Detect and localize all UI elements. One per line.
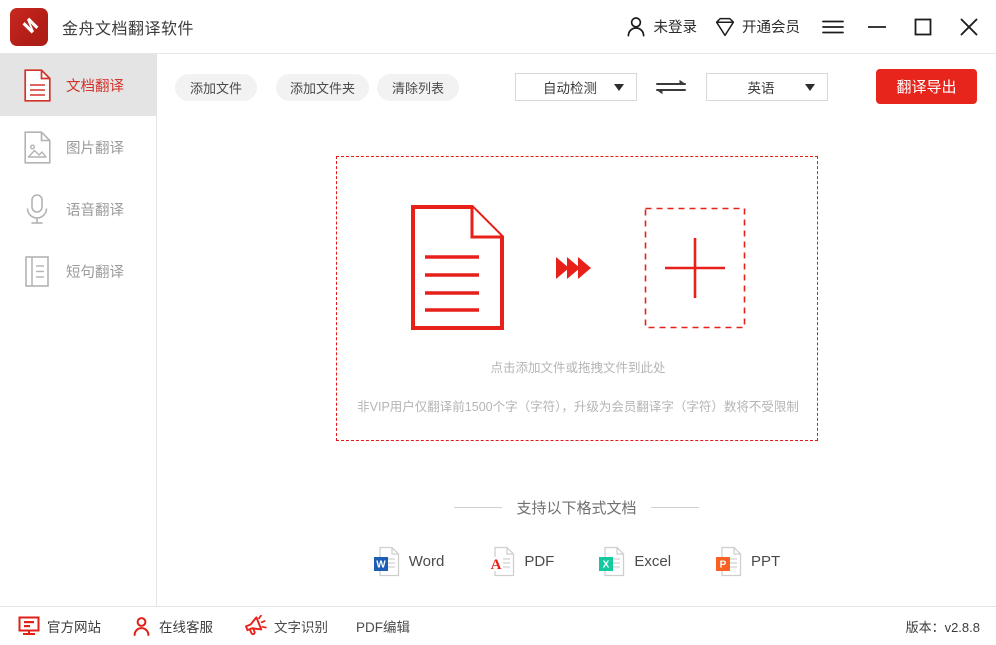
official-website-label: 官方网站 [47, 620, 101, 635]
add-folder-button[interactable]: 添加文件夹 [276, 74, 369, 101]
sidebar-item-document-translate[interactable]: 文档翻译 [0, 54, 156, 116]
text-recognition-label: 文字识别 [274, 620, 328, 635]
svg-text:X: X [603, 560, 610, 571]
pdf-edit-link[interactable]: PDF编辑 [356, 616, 410, 636]
monitor-icon [18, 616, 40, 636]
formats-heading-label: 支持以下格式文档 [516, 500, 637, 517]
formats-heading: 支持以下格式文档 [157, 497, 996, 518]
target-language-value: 英语 [747, 81, 775, 96]
add-file-placeholder-box[interactable] [644, 207, 746, 329]
source-language-value: 自动检测 [543, 81, 597, 96]
chevron-down-icon [805, 83, 815, 91]
status-bar: 官方网站 在线客服 文字识别 PDF编辑 版本：v2.8.8 [0, 606, 996, 645]
format-label: PDF [524, 553, 555, 570]
main-content: 添加文件 添加文件夹 清除列表 自动检测 英语 翻译导出 点击添加文件或拖拽文件… [157, 53, 996, 606]
pdf-file-icon: A [488, 546, 515, 577]
minimize-icon[interactable] [854, 0, 900, 53]
source-language-select[interactable]: 自动检测 [515, 73, 637, 101]
format-item-ppt: P PPT [715, 546, 780, 577]
account-label: 未登录 [653, 20, 698, 36]
online-service-link[interactable]: 在线客服 [131, 616, 213, 637]
swap-arrows-icon [654, 76, 688, 98]
dropzone-hint-sub: 非VIP用户仅翻译前1500个字（字符），升级为会员翻译字（字符）数将不受限制 [357, 400, 799, 414]
dropzone-texts: 点击添加文件或拖拽文件到此处 非VIP用户仅翻译前1500个字（字符），升级为会… [337, 357, 819, 415]
toolbar: 添加文件 添加文件夹 清除列表 自动检测 英语 翻译导出 [157, 54, 996, 122]
target-language-select[interactable]: 英语 [706, 73, 828, 101]
sidebar-item-label: 图片翻译 [66, 140, 124, 157]
sidebar-item-voice-translate[interactable]: 语音翻译 [0, 178, 156, 240]
svg-text:A: A [491, 557, 502, 573]
microphone-icon [22, 192, 52, 226]
person-icon [623, 14, 649, 40]
format-label: Word [408, 553, 445, 570]
word-file-icon: W [373, 546, 400, 577]
swap-languages-button[interactable] [650, 73, 692, 101]
close-icon[interactable] [946, 0, 992, 53]
vip-label: 开通会员 [742, 20, 800, 36]
svg-text:P: P [720, 560, 727, 571]
official-website-link[interactable]: 官方网站 [18, 616, 101, 636]
sidebar-item-image-translate[interactable]: 图片翻译 [0, 116, 156, 178]
maximize-icon[interactable] [900, 0, 946, 53]
pdf-edit-label: PDF编辑 [356, 620, 410, 635]
headset-person-icon [131, 616, 152, 637]
account-button[interactable]: 未登录 [623, 0, 698, 53]
format-item-pdf: A PDF [488, 546, 554, 577]
dropzone-visual [337, 205, 819, 330]
add-file-button[interactable]: 添加文件 [175, 74, 257, 101]
image-icon [22, 130, 52, 164]
app-title: 金舟文档翻译软件 [62, 20, 195, 38]
chevron-down-icon [614, 83, 624, 91]
hamburger-icon[interactable] [812, 0, 854, 53]
clear-list-button[interactable]: 清除列表 [377, 74, 459, 101]
online-service-label: 在线客服 [159, 620, 213, 635]
excel-file-icon: X [598, 546, 625, 577]
version-label: 版本：v2.8.8 [905, 619, 980, 635]
format-label: Excel [634, 553, 672, 570]
app-logo-wrap: 金舟文档翻译软件 [10, 7, 195, 46]
file-document-icon [410, 205, 504, 330]
title-bar: 金舟文档翻译软件 未登录 开通会员 [0, 0, 996, 53]
sidebar-item-label: 短句翻译 [66, 264, 124, 281]
diamond-icon [713, 15, 737, 39]
sidebar-item-label: 文档翻译 [66, 78, 124, 95]
divider-right [650, 507, 699, 508]
jinzhou-logo-icon [10, 7, 48, 46]
divider-left [454, 507, 503, 508]
ppt-file-icon: P [715, 546, 742, 577]
double-chevron-right-icon [552, 253, 596, 283]
translate-export-button[interactable]: 翻译导出 [876, 69, 977, 104]
megaphone-icon [243, 615, 267, 637]
open-vip-button[interactable]: 开通会员 [697, 0, 800, 53]
text-recognition-link[interactable]: 文字识别 [243, 615, 328, 637]
sidebar-item-phrase-translate[interactable]: 短句翻译 [0, 240, 156, 302]
phrase-icon [22, 254, 52, 288]
format-item-excel: X Excel [598, 546, 671, 577]
sidebar: 文档翻译 图片翻译 语音翻译 短句翻译 [0, 53, 157, 606]
svg-text:W: W [376, 560, 386, 571]
format-label: PPT [751, 553, 781, 570]
format-item-word: W Word [373, 546, 445, 577]
window-controls-group: 未登录 开通会员 [623, 0, 996, 53]
dropzone-hint-main: 点击添加文件或拖拽文件到此处 [490, 361, 666, 375]
file-dropzone[interactable]: 点击添加文件或拖拽文件到此处 非VIP用户仅翻译前1500个字（字符），升级为会… [336, 156, 818, 441]
formats-list: W Word A PDF X Excel P PPT [157, 546, 996, 577]
sidebar-item-label: 语音翻译 [66, 202, 124, 219]
document-icon [22, 68, 52, 102]
